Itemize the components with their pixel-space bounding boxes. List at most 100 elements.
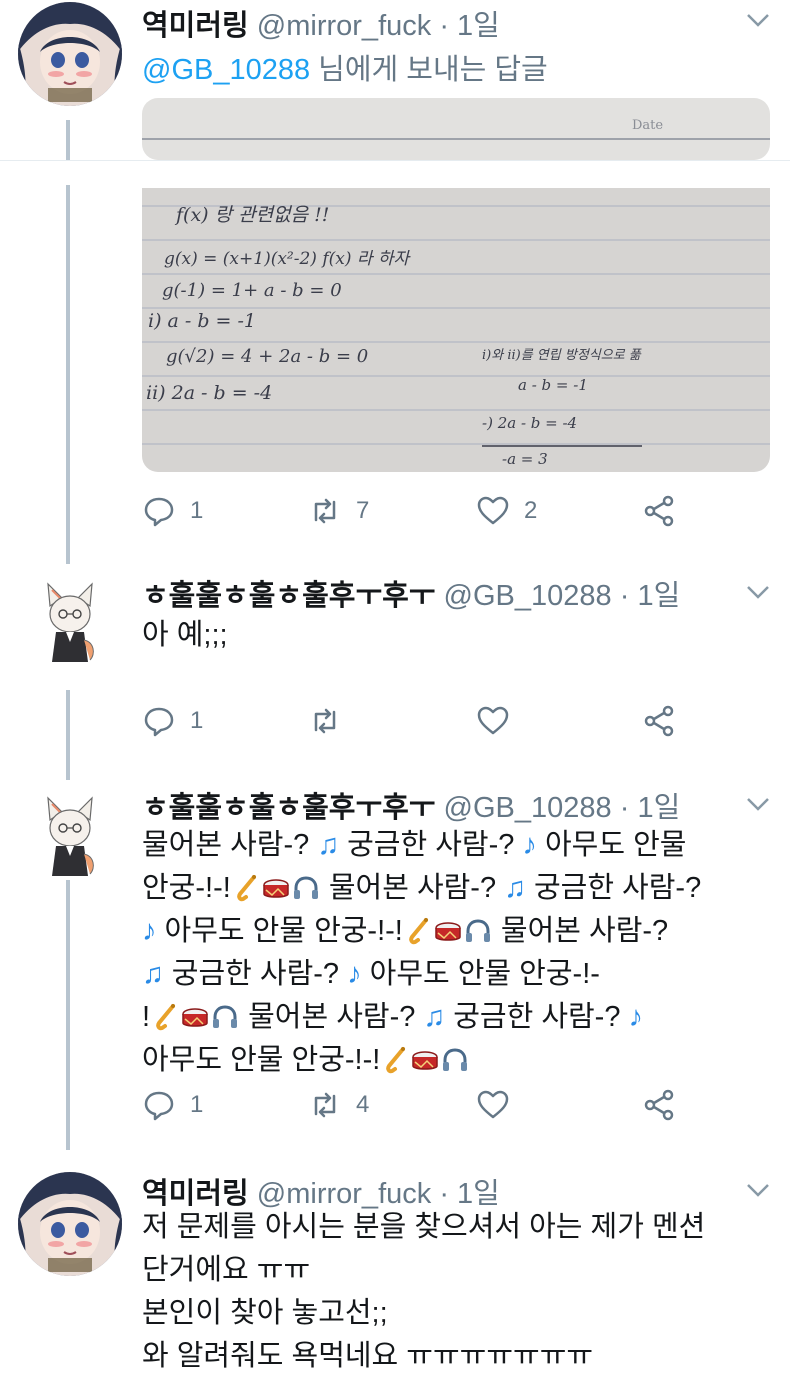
notebook-date-label: Date [632,118,664,133]
tweet-text-line: ♫ 궁금한 사람-? ♪ 아무도 안물 안궁-!- [142,953,762,996]
math-line: g(-1) = 1+ a - b = 0 [162,280,342,301]
tweet-text-line: ♪ 아무도 안물 안궁-!-! 물어본 사람-? [142,910,762,953]
tweet-actions: 1 [142,704,702,744]
drum-icon [435,922,461,941]
reply-icon [144,1091,174,1121]
reply-button[interactable]: 1 [142,494,203,528]
drum-icon [263,879,289,898]
reply-button[interactable]: 1 [142,704,203,738]
music-note-icon: ♪ [142,915,157,947]
tweet-text-line: 와 알려줘도 욕먹네요 ㅠㅠㅠㅠㅠㅠㅠ [142,1340,594,1372]
share-button[interactable] [642,494,676,528]
avatar[interactable] [40,580,100,664]
tweet-media-top[interactable]: Date [142,98,770,160]
like-button[interactable]: 2 [476,494,537,528]
share-icon [644,705,674,737]
thread-line [66,690,70,780]
text-fragment: ! [142,1001,151,1033]
thread-line [66,184,70,564]
timestamp[interactable]: 1일 [637,580,680,612]
separator: · [619,792,630,824]
share-button[interactable] [642,1088,676,1122]
text-fragment: 궁금한 사람-? [445,1001,629,1033]
math-line: ii) 2a - b = -4 [146,382,273,404]
math-line: g(x) = (x+1)(x²-2) f(x) 라 하자 [164,249,410,269]
music-note-icon: ♪ [628,1001,644,1033]
user-handle[interactable]: @GB_10288 [444,792,612,824]
tweet-text-line: 아무도 안물 안궁-!-! [142,1039,762,1082]
music-note-icon: ♫ [504,872,526,904]
tweet-text-line: ! 물어본 사람-? ♫ 궁금한 사람-? ♪ [142,996,762,1039]
reply-count: 1 [190,1091,204,1118]
chevron-down-icon[interactable] [744,1180,772,1200]
saxophone-icon [237,875,256,902]
share-button[interactable] [642,704,676,738]
like-button[interactable] [476,1088,524,1122]
reply-count: 1 [190,497,204,524]
like-icon [477,496,509,525]
retweet-count: 4 [356,1091,370,1118]
retweet-button[interactable]: 7 [308,494,369,528]
tweet-actions: 1 4 [142,1088,702,1128]
like-icon [477,1090,509,1119]
tweet-header: 역미러링 @mirror_fuck · 1일 [142,2,500,44]
text-fragment: 안궁-!-! [142,872,231,904]
display-name[interactable]: ㅎ훌훌ㅎ훌ㅎ훌후ㅜ후ㅜ [142,580,435,612]
thread-line [66,120,70,160]
separator: · [439,10,449,42]
chevron-down-icon[interactable] [744,10,772,30]
reply-context: @GB_10288 님에게 보내는 답글 [142,46,548,88]
tweet-text: 저 문제를 아시는 분을 찾으셔서 아는 제가 멘션 단거에요 ㅠㅠ 본인이 찾… [142,1206,705,1378]
emoji-group [150,1001,240,1033]
avatar-image [18,1172,122,1276]
tweet-actions: 1 7 2 [142,494,702,534]
text-fragment: 아무도 안물 안궁-!-! [156,915,403,947]
tweet-media-image[interactable]: f(x) 랑 관련없음 !! g(x) = (x+1)(x²-2) f(x) 라… [142,188,770,472]
thread-line [66,880,70,1150]
emoji-group [231,872,321,904]
text-fragment: 물어본 사람-? [320,872,505,904]
avatar-image [40,794,100,878]
reply-icon [144,707,174,737]
avatar-image [18,2,122,106]
tweet-text-line: 안궁-!-! 물어본 사람-? ♫ 궁금한 사람-? [142,867,762,910]
text-fragment: 아무도 안물 안궁-!-! [142,1044,381,1076]
avatar[interactable] [18,1172,122,1276]
tweet-header: ㅎ훌훌ㅎ훌ㅎ훌후ㅜ후ㅜ @GB_10288 · 1일 [142,572,680,614]
retweet-button[interactable] [308,704,356,738]
text-fragment: 물어본 사람-? [240,1001,424,1033]
display-name[interactable]: 역미러링 [142,10,249,42]
timestamp[interactable]: 1일 [457,10,500,42]
avatar[interactable] [18,2,122,106]
like-icon [477,706,509,735]
math-line: f(x) 랑 관련없음 !! [176,204,330,226]
tweet-text: 물어본 사람-? ♫ 궁금한 사람-? ♪ 아무도 안물 안궁-!-! 물어본 사… [142,824,762,1082]
retweet-icon [314,708,336,734]
display-name[interactable]: ㅎ훌훌ㅎ훌ㅎ훌후ㅜ후ㅜ [142,792,435,824]
reply-mention-link[interactable]: @GB_10288 [142,54,310,86]
retweet-button[interactable]: 4 [308,1088,369,1122]
retweet-icon [314,1092,336,1118]
music-note-icon: ♫ [317,829,340,861]
user-handle[interactable]: @mirror_fuck [257,10,431,42]
chevron-down-icon[interactable] [744,582,772,602]
share-icon [644,1089,674,1121]
tweet-text-line: 물어본 사람-? ♫ 궁금한 사람-? ♪ 아무도 안물 [142,824,762,867]
reply-button[interactable]: 1 [142,1088,203,1122]
emoji-group [380,1044,470,1076]
like-button[interactable] [476,704,524,738]
reply-count: 1 [190,707,204,734]
avatar[interactable] [40,794,100,878]
saxophone-icon [156,1004,176,1031]
user-handle[interactable]: @GB_10288 [444,580,612,612]
timestamp[interactable]: 1일 [637,792,680,824]
tweet-text-line: 단거에요 ㅠㅠ [142,1254,311,1286]
music-note-icon: ♫ [423,1001,446,1033]
music-note-icon: ♪ [347,958,362,990]
math-line: i)와 ii)를 연립 방정식으로 풂 [482,348,641,363]
saxophone-icon [409,918,428,945]
headphones-icon [213,1005,238,1028]
math-line: a - b = -1 [518,376,588,394]
chevron-down-icon[interactable] [744,794,772,814]
share-icon [644,495,674,527]
